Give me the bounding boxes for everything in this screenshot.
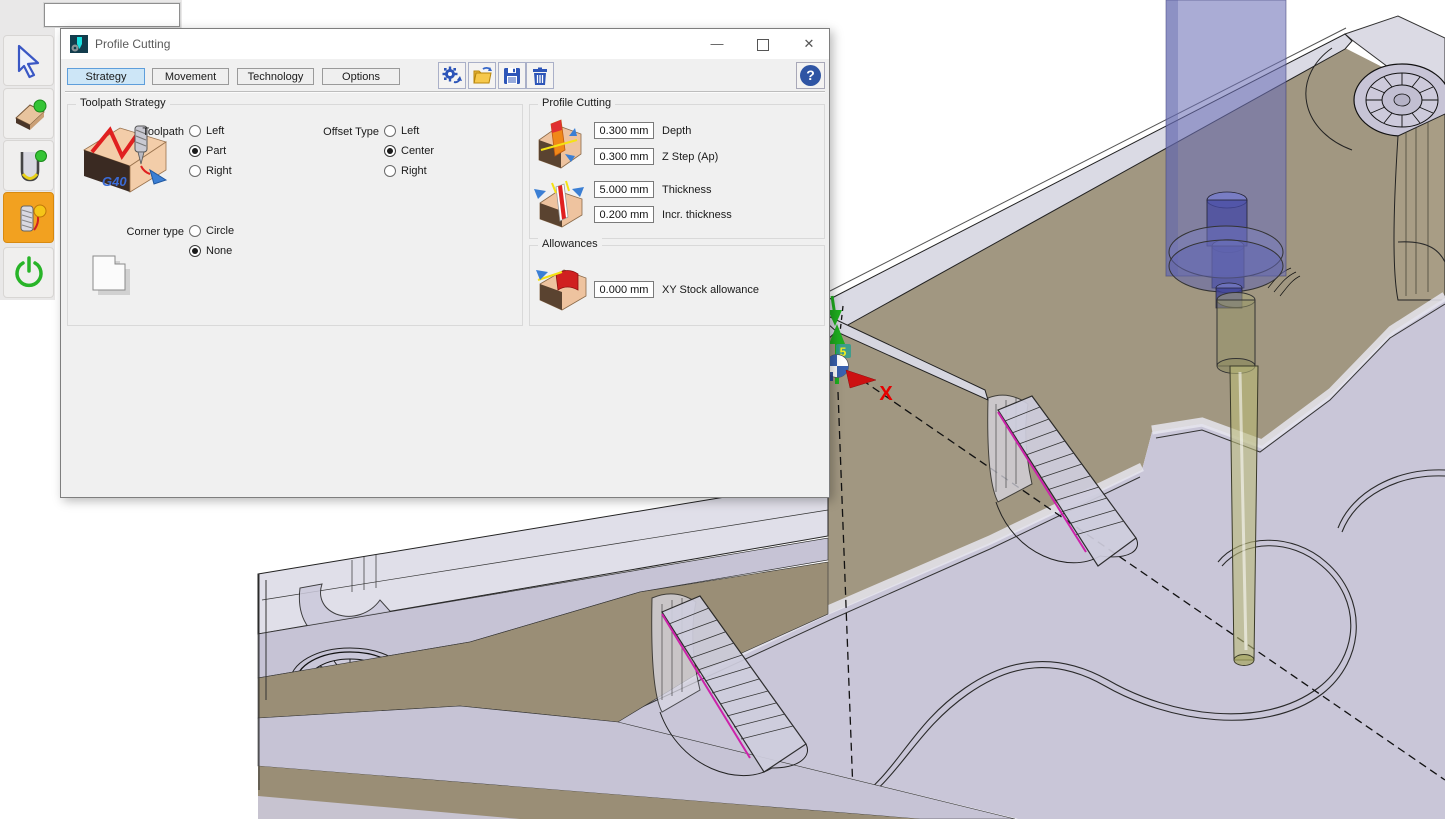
- radio-label: Left: [401, 125, 419, 137]
- sidebar-item-run[interactable]: [3, 247, 54, 298]
- minimize-button[interactable]: —: [695, 29, 739, 59]
- radio-corner-circle[interactable]: Circle: [189, 223, 234, 239]
- radio-label: Part: [206, 145, 226, 157]
- app-window: 5 X: [0, 0, 1445, 819]
- tab-movement[interactable]: Movement: [152, 68, 229, 85]
- radio-toolpath-left[interactable]: Left: [189, 123, 224, 139]
- thickness-icon: [532, 179, 586, 229]
- delete-trash-icon: [529, 65, 551, 87]
- radio-label: Circle: [206, 225, 234, 237]
- radio-label: Right: [206, 165, 232, 177]
- corner-type-icon: [87, 250, 135, 298]
- sidebar-item-milling-operation[interactable]: [3, 192, 54, 243]
- milling-operation-icon: [10, 199, 48, 237]
- offset-type-label: Offset Type: [293, 126, 379, 138]
- toolbar-separator: [65, 91, 825, 93]
- sidebar-item-workpiece[interactable]: [3, 88, 54, 139]
- depth-field-label: Depth: [662, 125, 691, 137]
- radio-corner-none[interactable]: None: [189, 243, 232, 259]
- radio-label: Center: [401, 145, 434, 157]
- radio-toolpath-right[interactable]: Right: [189, 163, 232, 179]
- save-button[interactable]: [498, 62, 526, 89]
- open-folder-icon: [471, 65, 493, 87]
- depth-step-icon: [535, 118, 583, 172]
- help-icon: ?: [800, 65, 821, 86]
- workpiece-icon: [10, 95, 48, 133]
- radio-label: Right: [401, 165, 427, 177]
- group-label: Profile Cutting: [538, 97, 615, 109]
- tool-collet: [1217, 300, 1255, 366]
- radio-toolpath-part[interactable]: Part: [189, 143, 226, 159]
- radio-icon: [384, 145, 396, 157]
- tool-profile-icon: [10, 147, 48, 185]
- profile-cutting-group: Profile Cutting 0.300 mm Depth 0.300 mm …: [529, 104, 825, 239]
- radio-label: Left: [206, 125, 224, 137]
- operation-dialog-icon: [70, 35, 88, 53]
- group-label: Allowances: [538, 238, 602, 250]
- maximize-icon: [757, 39, 769, 51]
- incr-thickness-field-label: Incr. thickness: [662, 209, 732, 221]
- xy-stock-allowance-label: XY Stock allowance: [662, 284, 759, 296]
- radio-offset-right[interactable]: Right: [384, 163, 427, 179]
- profile-cutting-dialog: Profile Cutting — ✕ Strategy Movement Te…: [60, 28, 830, 498]
- z-step-field[interactable]: 0.300 mm: [594, 148, 654, 165]
- radio-icon: [189, 125, 201, 137]
- defaults-button[interactable]: [438, 62, 466, 89]
- stock-allowance-icon: [534, 262, 588, 314]
- radio-offset-left[interactable]: Left: [384, 123, 419, 139]
- radio-icon: [189, 165, 201, 177]
- z-step-field-label: Z Step (Ap): [662, 151, 718, 163]
- corner-type-label: Corner type: [98, 226, 184, 238]
- thickness-field-label: Thickness: [662, 184, 712, 196]
- quick-search-input[interactable]: [44, 3, 180, 27]
- select-cursor-icon: [10, 42, 48, 80]
- dialog-title: Profile Cutting: [95, 37, 170, 51]
- x-axis-label: X: [879, 383, 893, 405]
- allowances-group: Allowances 0.000 mm XY Stock allowance: [529, 245, 825, 326]
- radio-label: None: [206, 245, 232, 257]
- radio-icon: [189, 225, 201, 237]
- group-label: Toolpath Strategy: [76, 97, 170, 109]
- tab-technology[interactable]: Technology: [237, 68, 314, 85]
- sidebar-item-tool[interactable]: [3, 140, 54, 191]
- help-button[interactable]: ?: [796, 62, 825, 89]
- gear-defaults-icon: [441, 65, 463, 87]
- power-run-icon: [10, 254, 48, 292]
- open-button[interactable]: [468, 62, 496, 89]
- delete-button[interactable]: [526, 62, 554, 89]
- radio-offset-center[interactable]: Center: [384, 143, 434, 159]
- tab-options[interactable]: Options: [322, 68, 400, 85]
- toolpath-label: Toolpath: [98, 126, 184, 138]
- radio-icon: [384, 165, 396, 177]
- incr-thickness-field[interactable]: 0.200 mm: [594, 206, 654, 223]
- maximize-button[interactable]: [741, 29, 785, 59]
- xy-stock-allowance-field[interactable]: 0.000 mm: [594, 281, 654, 298]
- toolpath-strategy-group: Toolpath Strategy G40 Toolpath Left Part: [67, 104, 523, 326]
- radio-icon: [189, 145, 201, 157]
- dialog-titlebar[interactable]: Profile Cutting — ✕: [61, 29, 829, 59]
- thickness-field[interactable]: 5.000 mm: [594, 181, 654, 198]
- close-button[interactable]: ✕: [787, 29, 831, 59]
- radio-icon: [384, 125, 396, 137]
- save-icon: [501, 65, 523, 87]
- radio-icon: [189, 245, 201, 257]
- g40-label: G40: [102, 174, 127, 189]
- sidebar-item-select[interactable]: [3, 35, 54, 86]
- tab-strategy[interactable]: Strategy: [67, 68, 145, 85]
- depth-field[interactable]: 0.300 mm: [594, 122, 654, 139]
